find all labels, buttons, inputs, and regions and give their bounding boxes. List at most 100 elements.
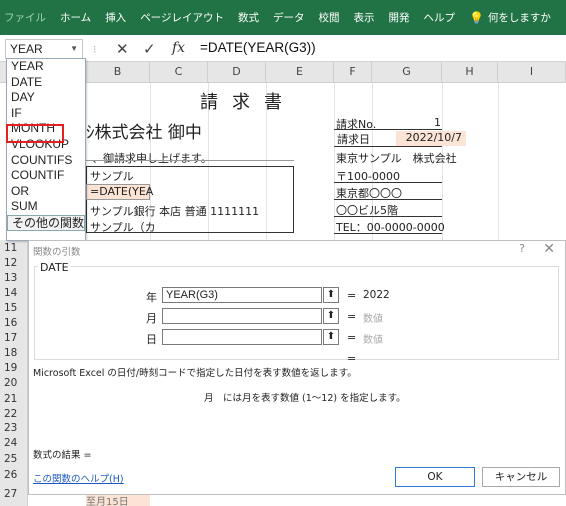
separator-icon: ⁝	[93, 43, 97, 56]
row-header[interactable]: 11	[0, 240, 28, 256]
row-header[interactable]: 25	[0, 451, 28, 467]
tab-page-layout[interactable]: ページレイアウト	[140, 10, 224, 25]
function-item[interactable]: COUNTIFS	[7, 153, 85, 169]
arg-label-day: 日	[146, 333, 157, 346]
function-item[interactable]: IF	[7, 106, 85, 122]
arg-label-year: 年	[146, 291, 157, 304]
name-box[interactable]: YEAR ▼	[5, 39, 83, 59]
column-header-f[interactable]: F	[334, 62, 372, 83]
formula-result-label: 数式の結果 =	[33, 450, 92, 461]
info-box-top	[86, 166, 294, 167]
close-icon[interactable]: ✕	[543, 241, 555, 257]
row-header[interactable]: 26	[0, 467, 28, 483]
more-functions-item[interactable]: その他の関数...	[7, 214, 85, 231]
cancel-button[interactable]: キャンセル	[482, 467, 560, 487]
column-header-g[interactable]: G	[372, 62, 442, 83]
function-arguments-dialog: 関数の引数 ? ✕ DATE 年 YEAR(G3) ⬆ = 2022 月 ⬆ =…	[28, 240, 566, 495]
row-header[interactable]: 23	[0, 421, 28, 436]
row-header[interactable]: 16	[0, 316, 28, 331]
function-item[interactable]: YEAR	[7, 59, 85, 75]
row-header[interactable]: 12	[0, 256, 28, 270]
tab-file[interactable]: ファイル	[4, 10, 46, 25]
row-header[interactable]: 21	[0, 391, 28, 407]
underline	[334, 199, 442, 200]
info-row[interactable]: サンプル	[90, 168, 134, 184]
column-header-h[interactable]: H	[442, 62, 498, 83]
greeting-text: 、御請求申し上げます。	[92, 152, 212, 165]
tab-view[interactable]: 表示	[353, 10, 374, 25]
row-header[interactable]: 24	[0, 436, 28, 451]
tab-review[interactable]: 校閲	[318, 10, 339, 25]
cancel-icon[interactable]: ✕	[116, 40, 129, 58]
tab-data[interactable]: データ	[273, 10, 305, 25]
row-header[interactable]: 27	[0, 483, 28, 506]
arg-result-year: 2022	[363, 289, 390, 301]
underline	[334, 129, 442, 130]
arg-label-month: 月	[146, 312, 157, 325]
underline	[334, 233, 442, 234]
function-item[interactable]: OR	[7, 184, 85, 200]
function-dropdown[interactable]: YEAR DATE DAY IF MONTH VLOOKUP COUNTIFS …	[6, 58, 86, 241]
function-name: DATE	[38, 261, 71, 274]
function-help-link[interactable]: この関数のヘルプ(H)	[33, 471, 124, 485]
highlight-box	[6, 124, 64, 143]
invoice-title: 請求書	[200, 92, 296, 113]
tab-help[interactable]: ヘルプ	[423, 10, 455, 25]
invoice-date-value[interactable]: 2022/10/7	[396, 131, 466, 146]
row-header[interactable]: 13	[0, 270, 28, 286]
info-row[interactable]: サンプル銀行 本店 普通 1111111	[90, 203, 259, 219]
row-header[interactable]: 14	[0, 286, 28, 301]
row-header[interactable]: 15	[0, 301, 28, 316]
insert-function-icon[interactable]: fx	[172, 40, 185, 56]
grid-line	[334, 83, 335, 243]
company-name: ｼ株式会社 御中	[86, 123, 202, 143]
collapse-dialog-icon[interactable]: ⬆	[323, 329, 339, 345]
collapse-dialog-icon[interactable]: ⬆	[323, 308, 339, 324]
ribbon-tabs: ファイル ホーム 挿入 ページレイアウト 数式 データ 校閲 表示 開発 ヘルプ…	[0, 0, 566, 35]
function-item[interactable]: DAY	[7, 90, 85, 106]
info-row[interactable]: サンプル（カ	[90, 219, 156, 235]
underline	[334, 182, 442, 183]
column-header-d[interactable]: D	[208, 62, 266, 83]
underline	[334, 146, 442, 147]
row-header[interactable]: 20	[0, 375, 28, 391]
ok-button[interactable]: OK	[395, 467, 475, 487]
lightbulb-icon[interactable]: 💡	[469, 11, 484, 25]
invoice-no-value[interactable]: 1	[434, 116, 441, 129]
active-cell[interactable]: =DATE(YEA	[86, 184, 153, 200]
function-item[interactable]: COUNTIF	[7, 168, 85, 184]
chevron-down-icon[interactable]: ▼	[70, 44, 78, 53]
function-description: Microsoft Excel の日付/時刻コードで指定した日付を表す数値を返し…	[33, 368, 357, 379]
underline	[86, 160, 294, 161]
grid-line	[498, 83, 499, 243]
collapse-dialog-icon[interactable]: ⬆	[323, 287, 339, 303]
tell-me-search[interactable]: 何をしますか	[488, 10, 551, 25]
function-item[interactable]: SUM	[7, 199, 85, 215]
row-header[interactable]: 19	[0, 361, 28, 375]
arg-input-year[interactable]: YEAR(G3)	[162, 287, 322, 303]
tab-insert[interactable]: 挿入	[105, 10, 126, 25]
column-header-c[interactable]: C	[150, 62, 208, 83]
enter-icon[interactable]: ✓	[143, 40, 156, 58]
arg-input-month[interactable]	[162, 308, 322, 324]
tab-formulas[interactable]: 数式	[238, 10, 259, 25]
tab-developer[interactable]: 開発	[388, 10, 409, 25]
underline	[334, 216, 442, 217]
argument-description: 月 には月を表す数値 (1～12) を指定します。	[204, 393, 406, 404]
row-header[interactable]: 18	[0, 346, 28, 361]
row-header[interactable]: 22	[0, 407, 28, 421]
customer-name: 東京サンプル 株式会社	[336, 152, 457, 165]
help-icon[interactable]: ?	[519, 242, 525, 255]
row-header[interactable]: 17	[0, 331, 28, 346]
arg-result-day: 数値	[363, 335, 383, 346]
tab-home[interactable]: ホーム	[60, 10, 91, 25]
arg-result-month: 数値	[363, 314, 383, 325]
function-item[interactable]: DATE	[7, 75, 85, 91]
column-header-b[interactable]: B	[86, 62, 150, 83]
arg-input-day[interactable]	[162, 329, 322, 345]
column-header-e[interactable]: E	[266, 62, 334, 83]
invoice-date-label: 請求日	[337, 133, 370, 146]
formula-input[interactable]: =DATE(YEAR(G3))	[200, 40, 316, 55]
column-header-i[interactable]: I	[498, 62, 566, 83]
equals-sign: =	[347, 352, 357, 365]
